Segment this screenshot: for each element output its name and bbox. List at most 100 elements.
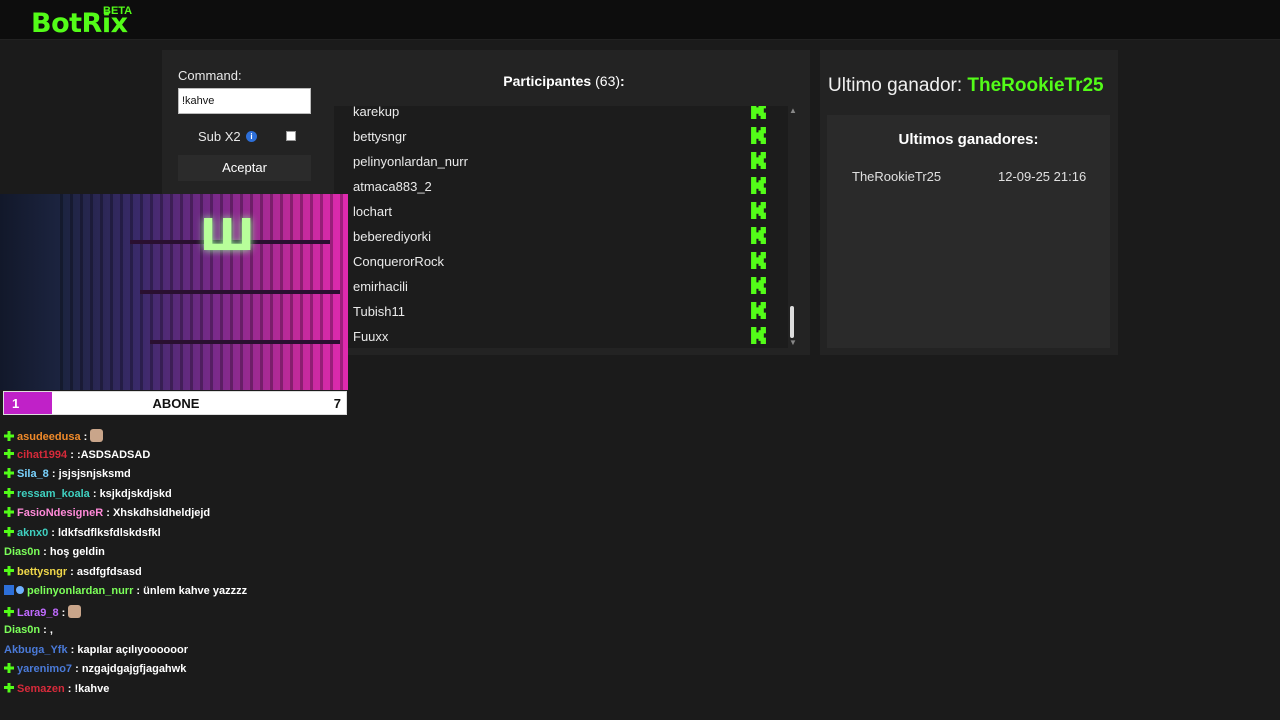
chat-text: ksjkdjskdjskd xyxy=(99,487,172,500)
participant-row[interactable]: atmaca883_2 xyxy=(334,174,788,199)
wall-slat xyxy=(80,194,83,390)
wall-slat xyxy=(90,194,93,390)
chat-username[interactable]: cihat1994 xyxy=(17,449,67,461)
subscriber-badge-icon xyxy=(4,663,14,673)
chat-separator: : xyxy=(67,565,77,578)
wall-slat xyxy=(120,194,123,390)
sub-x2-checkbox[interactable] xyxy=(286,131,296,141)
participant-row[interactable]: lochart xyxy=(334,199,788,224)
kick-logo-icon xyxy=(750,227,767,244)
sub-goal-current: 1 xyxy=(12,396,20,411)
participant-row[interactable]: bettysngr xyxy=(334,124,788,149)
participants-suffix: : xyxy=(620,73,625,89)
chat-feed: asudeedusa : cihat1994 : :ASDSADSAD Sila_… xyxy=(0,416,340,716)
subscriber-badge-icon xyxy=(4,487,14,498)
chat-separator: : xyxy=(48,526,58,539)
chat-username[interactable]: Akbuga_Yfk xyxy=(4,644,68,656)
scroll-up-arrow[interactable]: ▲ xyxy=(789,106,797,115)
participant-row[interactable]: karekup xyxy=(334,106,788,124)
kick-logo-icon xyxy=(750,277,767,294)
participant-row[interactable]: Fuuxx xyxy=(334,324,788,348)
kick-logo-icon xyxy=(750,327,767,344)
chat-message: pelinyonlardan_nurr : ünlem kahve yazzzz xyxy=(4,585,247,603)
chat-message: FasioNdesigneR : Xhskdhsldheldjejd xyxy=(4,507,210,525)
kick-logo-icon xyxy=(750,202,767,219)
subscriber-badge-icon xyxy=(4,468,14,478)
chat-username[interactable]: pelinyonlardan_nurr xyxy=(27,585,133,597)
participant-list[interactable]: karekup bettysngr pelinyonlardan_nurr atmac… xyxy=(334,106,788,348)
subscriber-badge-icon xyxy=(4,565,14,576)
chat-username[interactable]: Sila_8 xyxy=(17,468,49,480)
chat-separator: : xyxy=(58,606,69,619)
chat-text: asdfgfdsasd xyxy=(76,565,142,578)
chat-message: Semazen : !kahve xyxy=(4,682,110,701)
scroll-down-arrow[interactable]: ▼ xyxy=(789,338,797,347)
chat-text: jsjsjsnjsksmd xyxy=(58,468,131,480)
chat-username[interactable]: Dias0n xyxy=(4,624,40,636)
emote-icon xyxy=(90,429,104,442)
chat-text: , xyxy=(49,624,53,636)
chat-text: Xhskdhsldheldjejd xyxy=(112,507,211,519)
info-icon[interactable]: i xyxy=(246,131,257,142)
kick-logo-icon xyxy=(750,127,767,144)
participant-name: beberediyorki xyxy=(353,229,432,244)
chat-message: bettysngr : asdfgfdsasd xyxy=(4,565,142,584)
chat-username[interactable]: Dias0n xyxy=(4,546,40,558)
chat-username[interactable]: yarenimo7 xyxy=(17,663,72,675)
scrollbar-thumb[interactable] xyxy=(790,306,794,338)
participant-name: emirhacili xyxy=(353,279,408,294)
subscriber-badge-icon xyxy=(4,431,14,441)
participant-row[interactable]: emirhacili xyxy=(334,274,788,299)
participant-name: ConquerorRock xyxy=(353,254,445,269)
chat-username[interactable]: bettysngr xyxy=(17,566,67,578)
shelf xyxy=(140,290,340,294)
chat-username[interactable]: asudeedusa xyxy=(17,431,81,443)
chat-text: ldkfsdflksfdlskdsfkl xyxy=(57,526,161,539)
chat-separator: : xyxy=(72,663,82,675)
chat-separator: : xyxy=(103,507,113,519)
participant-name: Fuuxx xyxy=(353,329,389,344)
participants-title: Participantes xyxy=(503,73,592,89)
participant-name: Tubish11 xyxy=(353,304,406,319)
accept-button[interactable]: Aceptar xyxy=(178,155,311,181)
participant-name: karekup xyxy=(353,106,400,119)
chat-separator: : xyxy=(40,546,50,558)
kick-logo-icon xyxy=(750,302,767,319)
wall-slat xyxy=(60,194,63,390)
monster-logo-icon: Ш xyxy=(200,210,255,261)
participant-name: lochart xyxy=(353,204,393,219)
chat-message: Lara9_8 : xyxy=(4,604,82,623)
chat-separator: : xyxy=(40,624,50,636)
chat-separator: : xyxy=(80,431,91,443)
subscriber-badge-icon xyxy=(4,507,14,517)
chat-text: !kahve xyxy=(74,682,110,695)
last-winner: Ultimo ganador: TheRookieTr25 xyxy=(828,75,1104,97)
chat-username[interactable]: Semazen xyxy=(17,683,65,695)
chat-text: hoş geldin xyxy=(49,546,105,558)
sub-x2-label: Sub X2 xyxy=(198,129,241,144)
subscriber-badge-icon xyxy=(4,682,14,693)
sub-goal-bar: ABONE 1 7 xyxy=(3,391,347,415)
wall-slat xyxy=(110,194,113,390)
wall-slat xyxy=(130,194,133,390)
kick-logo-icon xyxy=(750,106,767,119)
chat-text: ünlem kahve yazzzz xyxy=(143,585,248,597)
participants-heading: Participantes (63): xyxy=(334,73,794,89)
chat-text: :ASDSADSAD xyxy=(76,448,151,461)
wall-slat xyxy=(70,194,73,390)
participant-row[interactable]: pelinyonlardan_nurr xyxy=(334,149,788,174)
winners-box xyxy=(827,115,1110,348)
chat-username[interactable]: aknx0 xyxy=(17,527,48,539)
chat-separator: : xyxy=(67,448,77,461)
participant-row[interactable]: beberediyorki xyxy=(334,224,788,249)
chat-text: nzgajdgajgfjagahwk xyxy=(81,663,187,675)
participant-row[interactable]: ConquerorRock xyxy=(334,249,788,274)
chat-username[interactable]: ressam_koala xyxy=(17,488,90,500)
webcam-feed xyxy=(0,194,348,390)
chat-separator: : xyxy=(48,468,59,480)
chat-username[interactable]: FasioNdesigneR xyxy=(17,507,103,519)
participant-row[interactable]: Tubish11 xyxy=(334,299,788,324)
chat-message: Dias0n : , xyxy=(4,624,53,642)
command-input[interactable] xyxy=(178,88,311,114)
chat-username[interactable]: Lara9_8 xyxy=(17,607,59,619)
